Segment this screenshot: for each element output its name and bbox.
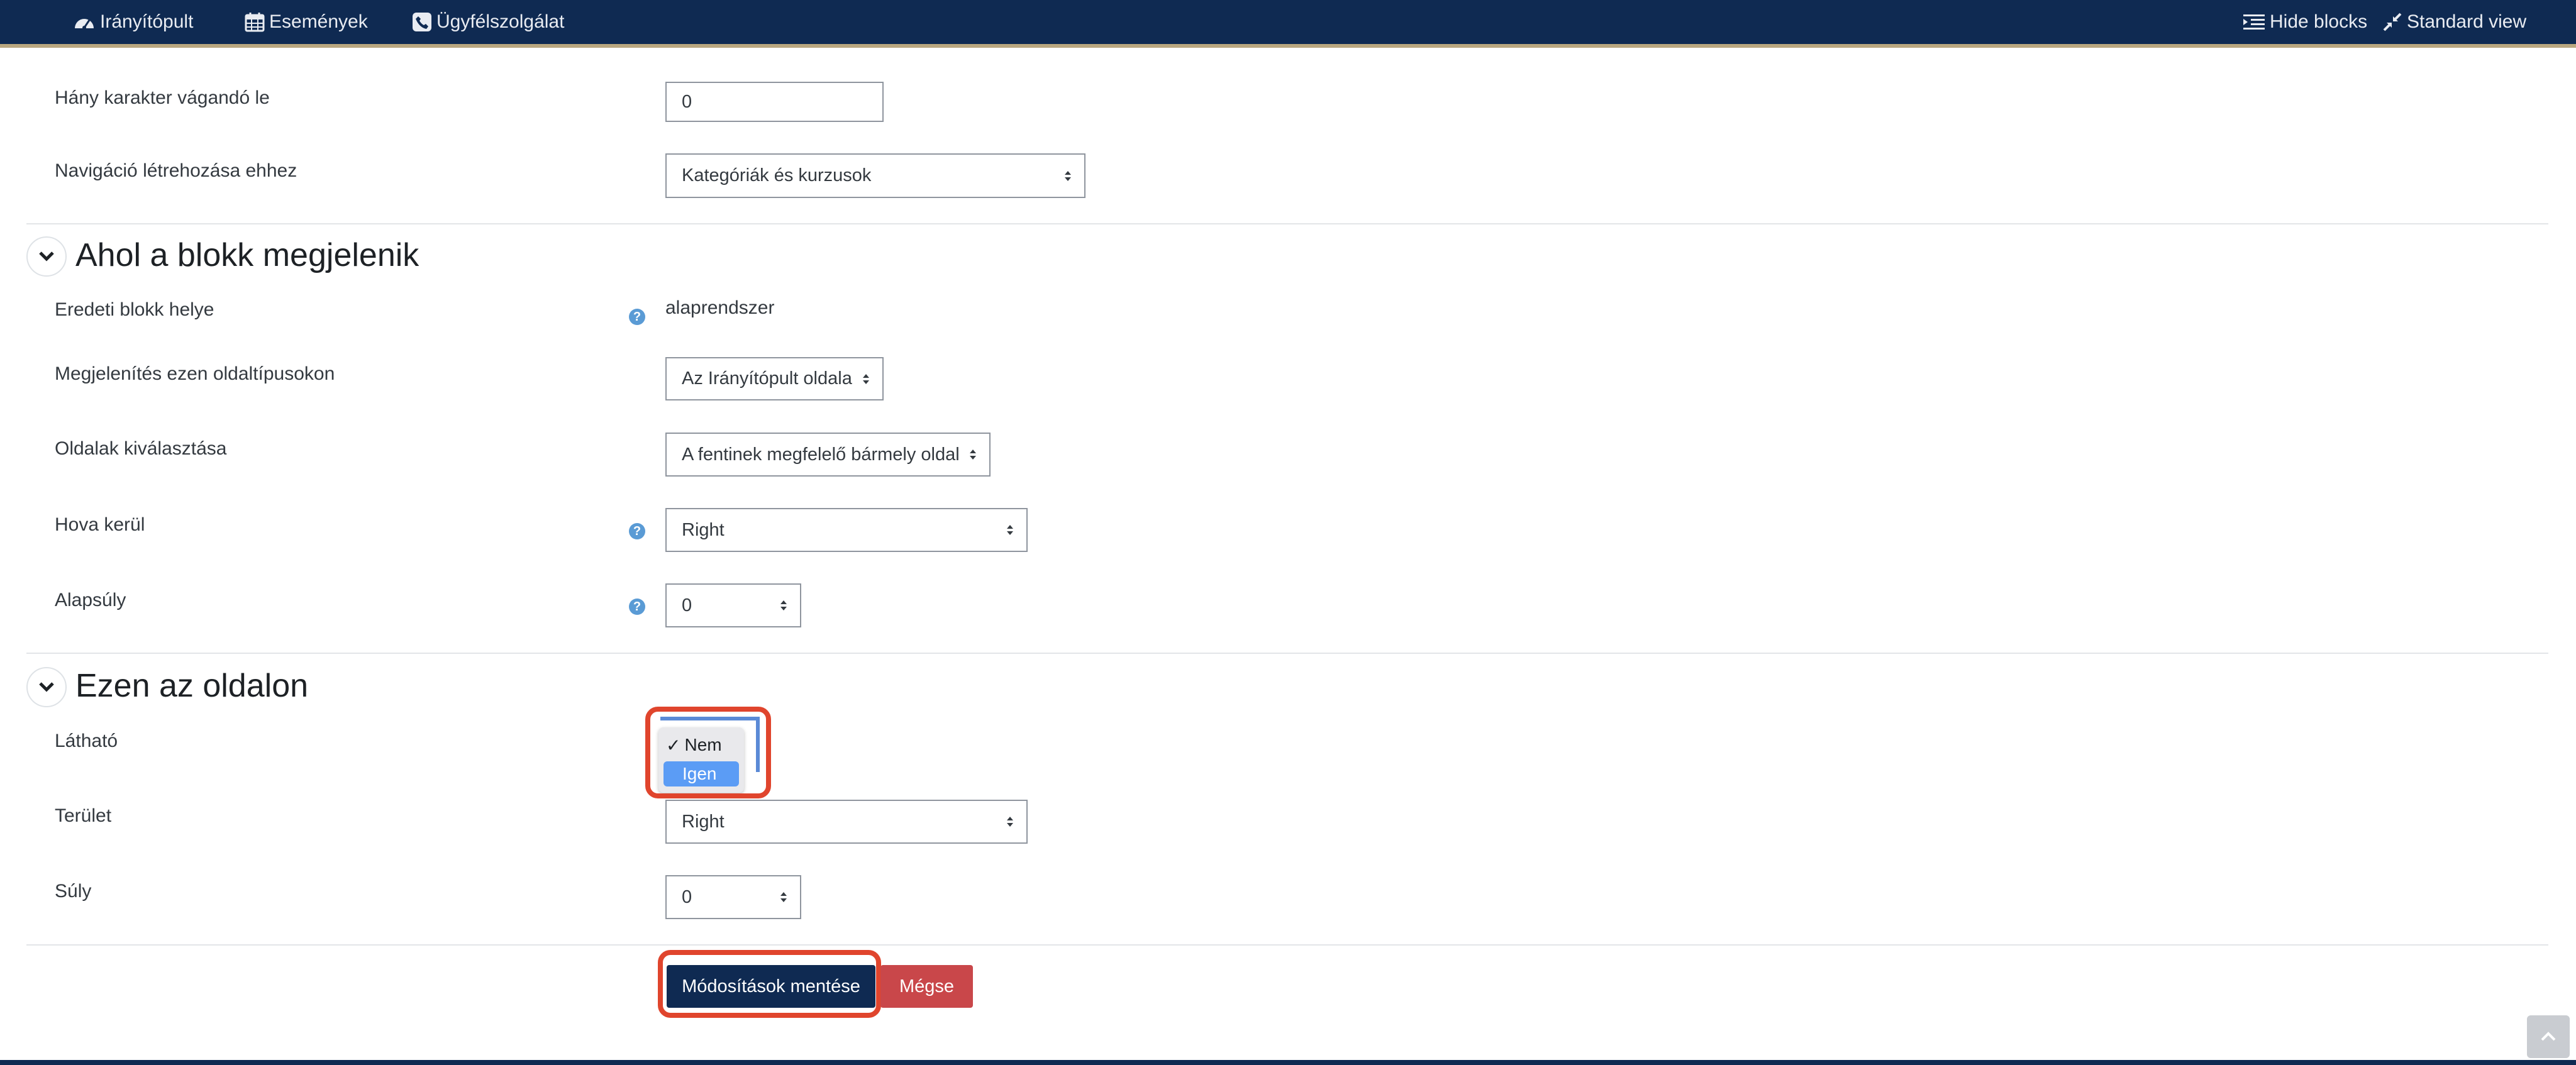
truncate-input[interactable]: 0 (665, 82, 884, 122)
select-arrows-icon (970, 450, 976, 460)
select-arrows-icon (1007, 525, 1013, 535)
select-pages-label: Oldalak kiválasztása (55, 438, 227, 459)
nav-support[interactable]: Ügyfélszolgálat (411, 0, 564, 44)
chevron-down-icon (39, 682, 54, 692)
hide-blocks-button[interactable]: Hide blocks (2242, 0, 2367, 44)
compress-icon (2383, 13, 2402, 31)
area-select[interactable]: Right (665, 800, 1028, 844)
highlight-visible-dropdown (645, 707, 771, 798)
default-weight-select[interactable]: 0 (665, 583, 801, 627)
standard-view-button[interactable]: Standard view (2382, 0, 2526, 44)
calendar-icon (245, 13, 265, 32)
weight-select-value: 0 (682, 886, 692, 907)
pagetypes-select-value: Az Irányítópult oldala (682, 368, 852, 389)
original-location-value: alaprendszer (665, 297, 775, 318)
standard-view-label: Standard view (2407, 11, 2527, 32)
region-label: Hova kerül (55, 514, 145, 535)
section-divider (26, 653, 2548, 654)
weight-label: Súly (55, 881, 92, 902)
collapse-toggle-page[interactable] (26, 667, 67, 707)
select-arrows-icon (780, 600, 787, 610)
region-select[interactable]: Right (665, 508, 1028, 552)
truncate-label: Hány karakter vágandó le (55, 87, 270, 108)
navigation-label: Navigáció létrehozása ehhez (55, 160, 297, 181)
select-arrows-icon (863, 373, 869, 384)
hide-blocks-label: Hide blocks (2270, 11, 2368, 32)
select-arrows-icon (1065, 170, 1071, 181)
nav-support-label: Ügyfélszolgálat (436, 11, 565, 32)
help-icon[interactable]: ? (629, 523, 645, 539)
help-icon[interactable]: ? (629, 599, 645, 615)
phone-icon (413, 13, 431, 31)
top-navbar: Irányítópult Események Ügyfélszolgálat H… (0, 0, 2576, 48)
nav-dashboard-label: Irányítópult (100, 11, 194, 32)
nav-dashboard[interactable]: Irányítópult (72, 0, 193, 44)
select-pages-select[interactable]: A fentinek megfelelő bármely oldal (665, 433, 991, 477)
original-location-label: Eredeti blokk helye (55, 299, 214, 320)
help-icon[interactable]: ? (629, 309, 645, 325)
select-pages-value: A fentinek megfelelő bármely oldal (682, 444, 960, 465)
area-label: Terület (55, 805, 112, 826)
highlight-save-button (658, 950, 881, 1018)
visible-label: Látható (55, 731, 118, 751)
select-arrows-icon (1007, 817, 1013, 827)
pagetypes-label: Megjelenítés ezen oldaltípusokon (55, 363, 335, 384)
section-divider (26, 223, 2548, 224)
scroll-to-top-button[interactable] (2527, 1015, 2570, 1058)
navigation-select-value: Kategóriák és kurzusok (682, 165, 872, 185)
pagetypes-select[interactable]: Az Irányítópult oldala (665, 357, 884, 400)
navigation-select[interactable]: Kategóriák és kurzusok (665, 153, 1085, 198)
area-select-value: Right (682, 811, 724, 832)
chevron-down-icon (39, 251, 54, 262)
default-weight-label: Alapsúly (55, 590, 126, 610)
list-indent-icon (2243, 14, 2265, 30)
section-title-where: Ahol a blokk megjelenik (75, 237, 419, 273)
footer-edge (0, 1060, 2576, 1065)
nav-events[interactable]: Események (244, 0, 368, 44)
select-arrows-icon (780, 892, 787, 902)
nav-events-label: Események (269, 11, 368, 32)
section-divider (26, 944, 2548, 946)
chevron-up-icon (2541, 1032, 2556, 1041)
cancel-button[interactable]: Mégse (880, 965, 973, 1008)
default-weight-value: 0 (682, 595, 692, 615)
collapse-toggle-where[interactable] (26, 236, 67, 277)
section-title-page: Ezen az oldalon (75, 668, 309, 704)
weight-select[interactable]: 0 (665, 875, 801, 919)
region-select-value: Right (682, 519, 724, 540)
dashboard-icon (75, 19, 94, 30)
